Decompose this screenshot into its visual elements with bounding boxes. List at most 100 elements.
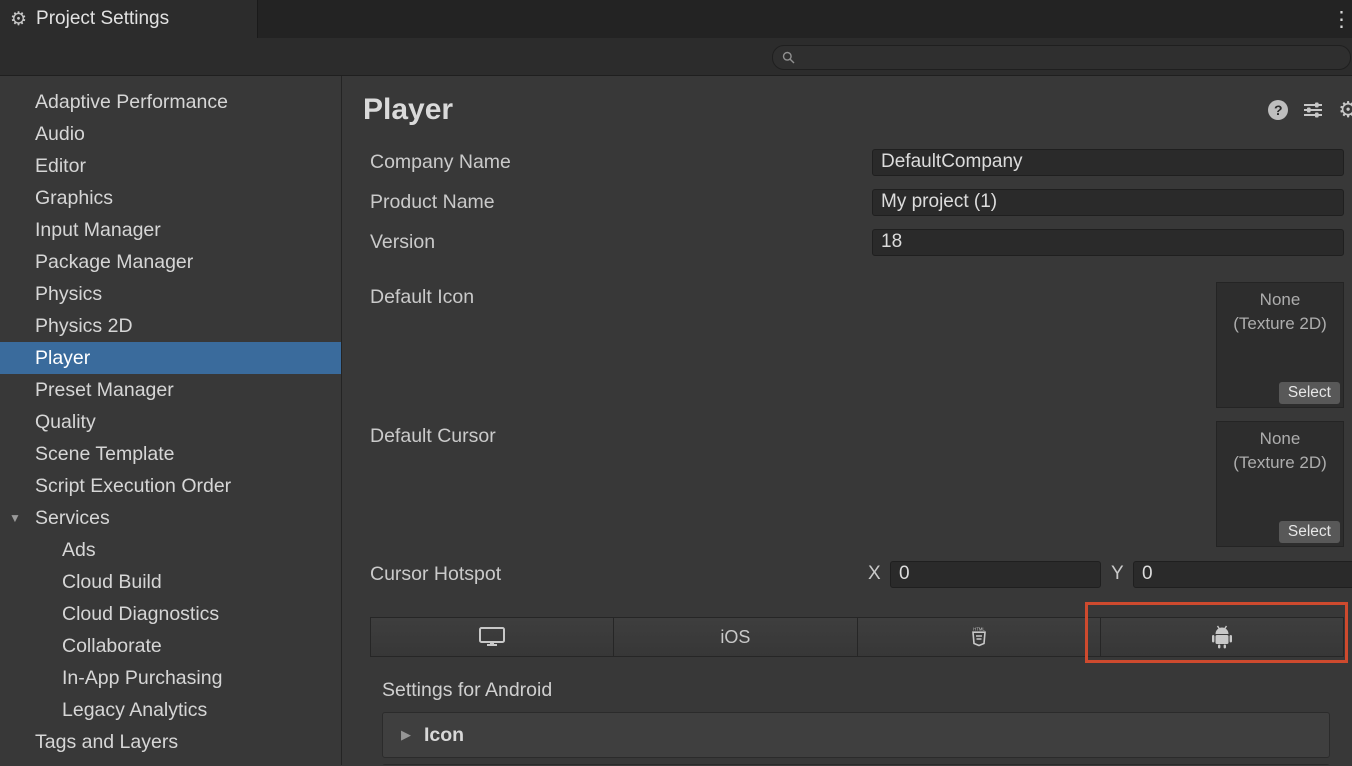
field-label: Company Name [363, 151, 872, 174]
sidebar-item-label: Package Manager [35, 251, 193, 274]
sidebar-item-audio[interactable]: ▼ Audio [0, 118, 341, 150]
sidebar-item-label: Tags and Layers [35, 731, 178, 754]
default-cursor-row: Default Cursor None (Texture 2D) Select [363, 421, 1344, 547]
sidebar-item-label: Adaptive Performance [35, 91, 228, 114]
sidebar-item-label: Physics 2D [35, 315, 133, 338]
object-value-line1: None [1217, 288, 1343, 312]
version-row: Version [363, 222, 1344, 262]
sidebar-item-package-manager[interactable]: ▼ Package Manager [0, 246, 341, 278]
help-icon[interactable]: ? [1268, 100, 1288, 120]
hotspot-y-field[interactable] [1133, 561, 1352, 588]
html5-icon: HTML [970, 626, 988, 649]
player-settings-panel: Player ? [342, 76, 1352, 765]
hotspot-x-field[interactable] [890, 561, 1101, 588]
x-axis-label: X [868, 563, 886, 585]
sidebar-item-label: TextMesh Pro [35, 763, 154, 766]
sidebar-item-label: Cloud Diagnostics [62, 603, 219, 626]
presets-icon[interactable] [1303, 101, 1323, 119]
sidebar-item-label: Editor [35, 155, 86, 178]
svg-text:HTML: HTML [973, 626, 985, 631]
default-icon-row: Default Icon None (Texture 2D) Select [363, 282, 1344, 408]
company-name-row: Company Name [363, 142, 1344, 182]
sidebar-item-label: Cloud Build [62, 571, 162, 594]
sidebar-item-cloud-build[interactable]: ▼ Cloud Build [0, 566, 341, 598]
sidebar-item-label: In-App Purchasing [62, 667, 222, 690]
sidebar-item-preset-manager[interactable]: ▼ Preset Manager [0, 374, 341, 406]
foldout-label: Icon [424, 724, 464, 747]
product-name-field[interactable] [872, 189, 1344, 216]
sidebar-item-label: Services [35, 507, 110, 530]
sidebar-item-in-app-purchasing[interactable]: ▼ In-App Purchasing [0, 662, 341, 694]
sidebar-item-graphics[interactable]: ▼ Graphics [0, 182, 341, 214]
y-axis-label: Y [1111, 563, 1129, 585]
sidebar-item-input-manager[interactable]: ▼ Input Manager [0, 214, 341, 246]
company-name-field[interactable] [872, 149, 1344, 176]
tab-android[interactable] [1101, 618, 1343, 656]
sidebar-item-player[interactable]: ▼ Player [0, 342, 341, 374]
sidebar-item-label: Collaborate [62, 635, 162, 658]
object-value-line1: None [1217, 427, 1343, 451]
icon-foldout[interactable]: ▶ Icon [382, 712, 1330, 758]
sidebar-item-label: Legacy Analytics [62, 699, 207, 722]
sidebar-item-scene-template[interactable]: ▼ Scene Template [0, 438, 341, 470]
gear-icon: ⚙ [10, 10, 27, 29]
sidebar-item-services[interactable]: ▼ Services [0, 502, 341, 534]
sidebar-item-label: Preset Manager [35, 379, 174, 402]
sidebar-list: ▼ Adaptive Performance ▼ Audio ▼ Editor … [0, 86, 341, 765]
panel-header: Player ? [363, 88, 1344, 132]
sidebar-item-adaptive-performance[interactable]: ▼ Adaptive Performance [0, 86, 341, 118]
window-tab-title: Project Settings [36, 8, 169, 30]
sidebar-item-label: Audio [35, 123, 85, 146]
object-value-line2: (Texture 2D) [1217, 312, 1343, 336]
default-cursor-object-picker[interactable]: None (Texture 2D) Select [1216, 421, 1344, 547]
tab-ios-label: iOS [720, 627, 750, 648]
field-label: Default Cursor [363, 421, 1216, 448]
window-tab-project-settings[interactable]: ⚙ Project Settings [0, 0, 258, 38]
settings-for-platform-header: Settings for Android [363, 679, 1344, 703]
sidebar-item-tags-and-layers[interactable]: ▼ Tags and Layers [0, 726, 341, 758]
tab-webgl[interactable]: HTML [858, 618, 1101, 656]
field-label: Cursor Hotspot [363, 563, 868, 586]
search-input[interactable] [801, 46, 1350, 69]
toolbar [0, 38, 1352, 76]
sidebar-item-label: Scene Template [35, 443, 174, 466]
search-box[interactable] [772, 45, 1351, 70]
select-button[interactable]: Select [1279, 382, 1340, 404]
sidebar-item-collaborate[interactable]: ▼ Collaborate [0, 630, 341, 662]
header-icons: ? ⚙ [1268, 99, 1352, 121]
sidebar-item-quality[interactable]: ▼ Quality [0, 406, 341, 438]
field-label: Default Icon [363, 282, 1216, 309]
sidebar-item-legacy-analytics[interactable]: ▼ Legacy Analytics [0, 694, 341, 726]
tab-ios[interactable]: iOS [614, 618, 857, 656]
window-titlebar: ⚙ Project Settings ⋮ [0, 0, 1352, 38]
sidebar-item-editor[interactable]: ▼ Editor [0, 150, 341, 182]
version-field[interactable] [872, 229, 1344, 256]
kebab-menu-icon[interactable]: ⋮ [1331, 7, 1349, 32]
sidebar-item-label: Ads [62, 539, 96, 562]
next-foldout-clipped[interactable] [382, 764, 1330, 765]
sidebar-item-label: Player [35, 347, 90, 370]
page-title: Player [363, 93, 453, 127]
tab-standalone[interactable] [371, 618, 614, 656]
sidebar-item-textmesh-pro[interactable]: ▼ TextMesh Pro [0, 758, 341, 765]
sidebar-item-physics[interactable]: ▼ Physics [0, 278, 341, 310]
object-value-line2: (Texture 2D) [1217, 451, 1343, 475]
sidebar-item-script-execution-order[interactable]: ▼ Script Execution Order [0, 470, 341, 502]
gear-icon[interactable]: ⚙ [1338, 99, 1352, 121]
settings-sidebar: ▼ Adaptive Performance ▼ Audio ▼ Editor … [0, 76, 342, 765]
monitor-icon [479, 627, 505, 647]
content: ▼ Adaptive Performance ▼ Audio ▼ Editor … [0, 76, 1352, 765]
android-icon [1211, 625, 1233, 649]
sidebar-item-ads[interactable]: ▼ Ads [0, 534, 341, 566]
sidebar-item-label: Quality [35, 411, 96, 434]
default-icon-object-picker[interactable]: None (Texture 2D) Select [1216, 282, 1344, 408]
sidebar-item-physics-2d[interactable]: ▼ Physics 2D [0, 310, 341, 342]
foldout-arrow-icon[interactable]: ▼ [9, 511, 21, 525]
field-label: Version [363, 231, 872, 254]
search-icon [782, 51, 795, 64]
foldout-arrow-icon: ▶ [401, 727, 411, 743]
select-button[interactable]: Select [1279, 521, 1340, 543]
platform-tab-bar: iOS HTML [370, 617, 1344, 657]
sidebar-item-label: Script Execution Order [35, 475, 231, 498]
sidebar-item-cloud-diagnostics[interactable]: ▼ Cloud Diagnostics [0, 598, 341, 630]
